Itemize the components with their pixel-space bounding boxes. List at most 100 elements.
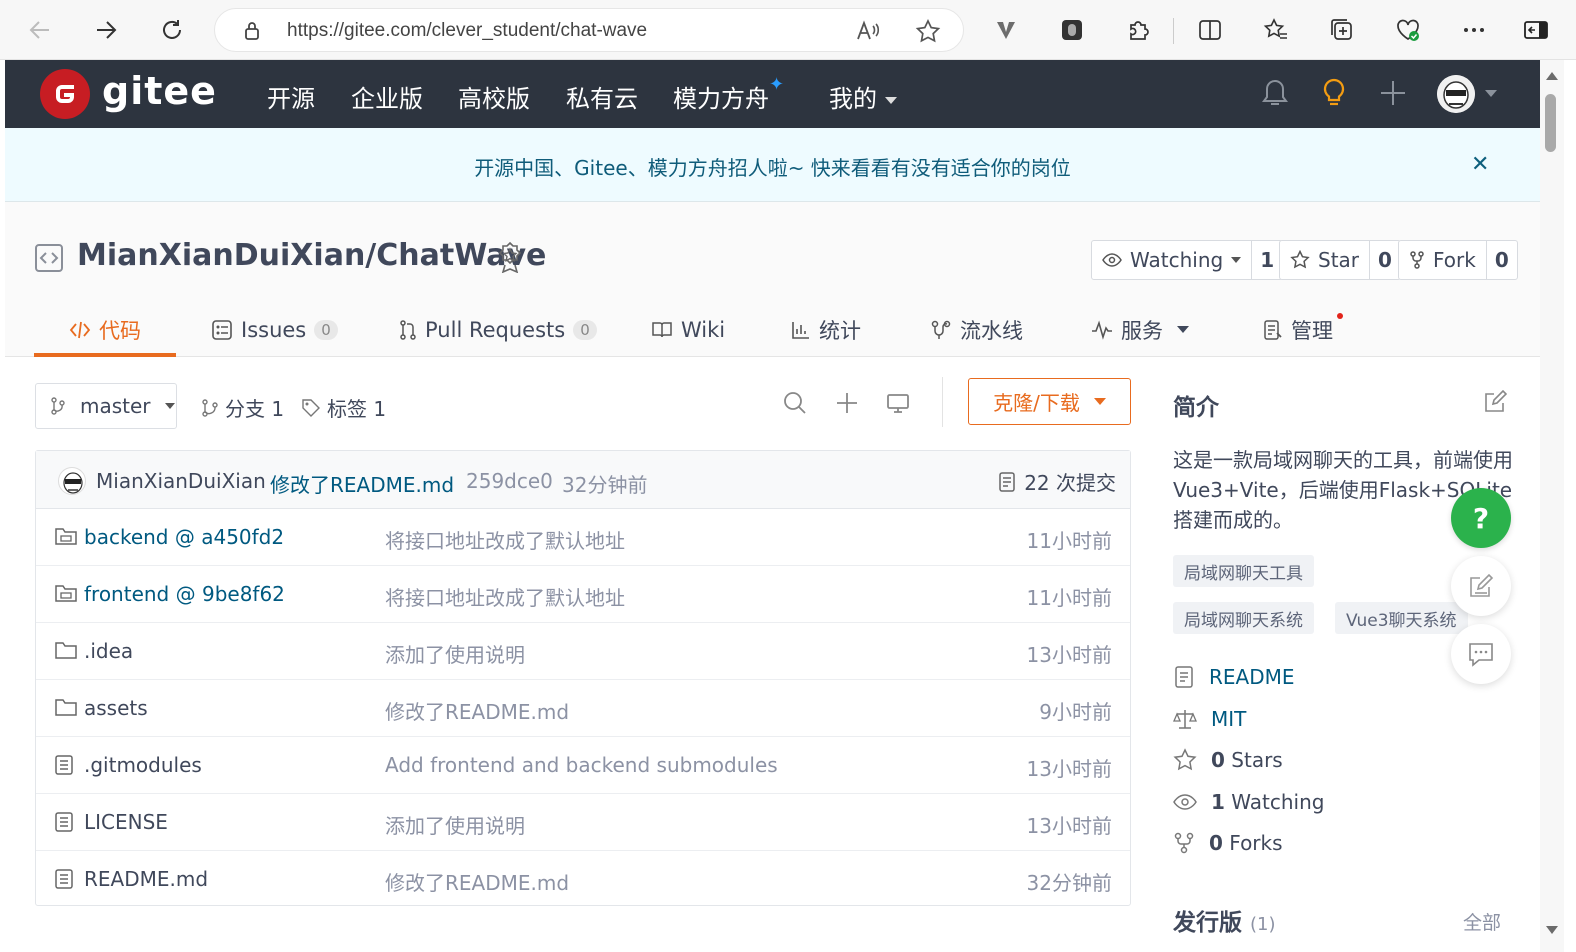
edit-icon[interactable] [1483, 390, 1507, 414]
file-name[interactable]: .idea [84, 639, 133, 663]
file-commit-message[interactable]: 修改了README.md [385, 696, 569, 725]
stars-stat[interactable]: 0 Stars [1173, 748, 1283, 772]
search-icon[interactable] [783, 391, 807, 415]
address-bar[interactable]: https://gitee.com/clever_student/chat-wa… [214, 8, 964, 52]
tab-stats[interactable]: 统计 [791, 302, 861, 357]
gitee-logo[interactable]: gitee [40, 69, 217, 119]
read-aloud-icon[interactable] [855, 19, 881, 43]
extensions-puzzle-icon[interactable] [1122, 14, 1154, 46]
feedback-button[interactable] [1451, 556, 1511, 616]
releases-title[interactable]: 发行版 (1) [1173, 903, 1276, 937]
file-commit-message[interactable]: 添加了使用说明 [385, 639, 525, 668]
chat-button[interactable] [1451, 624, 1511, 684]
commit-author[interactable]: MianXianDuiXian [96, 469, 266, 493]
watching-stat[interactable]: 1 Watching [1173, 790, 1324, 814]
bell-icon[interactable] [1261, 77, 1289, 109]
table-row[interactable]: .gitmodules Add frontend and backend sub… [36, 737, 1130, 794]
tab-code[interactable]: 代码 [69, 302, 141, 357]
forks-stat[interactable]: 0 Forks [1173, 831, 1283, 855]
file-commit-message[interactable]: 添加了使用说明 [385, 810, 525, 839]
tab-manage[interactable]: 管理 [1263, 302, 1333, 357]
table-row[interactable]: backend @ a450fd2 将接口地址改成了默认地址 11小时前 [36, 509, 1130, 566]
table-row[interactable]: .idea 添加了使用说明 13小时前 [36, 623, 1130, 680]
branch-name: master [80, 394, 151, 418]
help-button[interactable]: ? [1451, 488, 1511, 548]
branch-select[interactable]: master [35, 383, 177, 429]
browser-essentials-icon[interactable] [1392, 14, 1424, 46]
table-row[interactable]: frontend @ 9be8f62 将接口地址改成了默认地址 11小时前 [36, 566, 1130, 623]
commit-count-link[interactable]: 22 次提交 [998, 467, 1116, 496]
lightbulb-icon[interactable] [1320, 77, 1348, 109]
tab-services[interactable]: 服务 [1091, 302, 1189, 357]
table-row[interactable]: README.md 修改了README.md 32分钟前 [36, 851, 1130, 908]
branches-link[interactable]: 分支 1 [201, 393, 284, 422]
file-commit-message[interactable]: Add frontend and backend submodules [385, 753, 778, 777]
refresh-icon[interactable] [156, 14, 188, 46]
watch-button[interactable]: Watching 1 [1091, 240, 1284, 280]
more-options-icon[interactable] [1458, 14, 1490, 46]
scroll-thumb[interactable] [1545, 94, 1556, 152]
close-icon[interactable]: ✕ [1471, 152, 1489, 177]
star-icon [1173, 748, 1197, 771]
plus-icon[interactable] [1379, 79, 1407, 107]
license-link[interactable]: MIT [1173, 707, 1246, 731]
file-name[interactable]: LICENSE [84, 810, 168, 834]
file-commit-message[interactable]: 修改了README.md [385, 867, 569, 896]
repo-title[interactable]: MianXianDuiXian/ChatWave [77, 238, 546, 273]
tags-link[interactable]: 标签 1 [301, 393, 386, 422]
banner-text[interactable]: 开源中国、Gitee、模力方舟招人啦~ 快来看看有没有适合你的岗位 [5, 152, 1540, 181]
file-commit-message[interactable]: 将接口地址改成了默认地址 [385, 525, 625, 554]
file-commit-message[interactable]: 将接口地址改成了默认地址 [385, 582, 625, 611]
sidebar-toggle-icon[interactable] [1520, 14, 1552, 46]
topic-tag[interactable]: Vue3聊天系统 [1335, 602, 1468, 634]
recommend-badge-icon[interactable] [495, 241, 525, 273]
file-name[interactable]: README.md [84, 867, 208, 891]
page-scrollbar[interactable] [1540, 60, 1564, 952]
fork-count[interactable]: 0 [1487, 241, 1517, 279]
favorites-icon[interactable] [1260, 14, 1292, 46]
file-name[interactable]: .gitmodules [84, 753, 202, 777]
url-text[interactable]: https://gitee.com/clever_student/chat-wa… [287, 20, 647, 42]
file-name[interactable]: frontend @ 9be8f62 [84, 582, 285, 606]
lock-icon[interactable] [241, 20, 263, 42]
forward-icon[interactable] [90, 14, 122, 46]
fork-button[interactable]: Fork 0 [1398, 240, 1518, 280]
collections-icon[interactable] [1326, 14, 1358, 46]
commit-hash[interactable]: 259dce0 [466, 469, 553, 493]
avatar-chevron-down-icon[interactable] [1485, 90, 1497, 97]
tab-issues[interactable]: Issues 0 [211, 302, 338, 357]
extension-v-icon[interactable] [990, 14, 1022, 46]
nav-open-source[interactable]: 开源 [267, 79, 315, 114]
extension-mouse-icon[interactable] [1056, 14, 1088, 46]
nav-enterprise[interactable]: 企业版 [351, 79, 423, 114]
tab-wiki[interactable]: Wiki [651, 302, 725, 357]
star-count[interactable]: 0 [1370, 241, 1400, 279]
web-ide-icon[interactable] [886, 391, 910, 415]
topic-tag[interactable]: 局域网聊天系统 [1173, 602, 1314, 634]
watch-count[interactable]: 1 [1252, 241, 1282, 279]
scroll-down-arrow-icon[interactable] [1546, 926, 1558, 934]
file-name[interactable]: backend @ a450fd2 [84, 525, 284, 549]
nav-mine[interactable]: 我的 [829, 79, 897, 114]
table-row[interactable]: LICENSE 添加了使用说明 13小时前 [36, 794, 1130, 851]
nav-private-cloud[interactable]: 私有云 [566, 79, 638, 114]
back-icon[interactable] [24, 14, 56, 46]
nav-education[interactable]: 高校版 [458, 79, 530, 114]
clone-download-button[interactable]: 克隆/下载 [968, 378, 1131, 425]
releases-all-link[interactable]: 全部 [1463, 908, 1501, 935]
favorite-star-icon[interactable] [915, 19, 941, 43]
topic-tag[interactable]: 局域网聊天工具 [1173, 555, 1314, 587]
tab-pipeline[interactable]: 流水线 [930, 302, 1023, 357]
table-row[interactable]: assets 修改了README.md 9小时前 [36, 680, 1130, 737]
avatar[interactable] [58, 467, 86, 495]
split-screen-icon[interactable] [1194, 14, 1226, 46]
nav-moli-fangzhou[interactable]: 模力方舟 [673, 79, 769, 114]
scroll-up-arrow-icon[interactable] [1546, 72, 1558, 80]
file-name[interactable]: assets [84, 696, 148, 720]
avatar[interactable] [1437, 75, 1475, 113]
readme-link[interactable]: README [1173, 665, 1295, 689]
tab-pull-requests[interactable]: Pull Requests 0 [399, 302, 597, 357]
commit-message[interactable]: 修改了README.md [270, 469, 454, 498]
star-button[interactable]: Star 0 [1279, 240, 1401, 280]
add-file-icon[interactable] [835, 391, 859, 415]
